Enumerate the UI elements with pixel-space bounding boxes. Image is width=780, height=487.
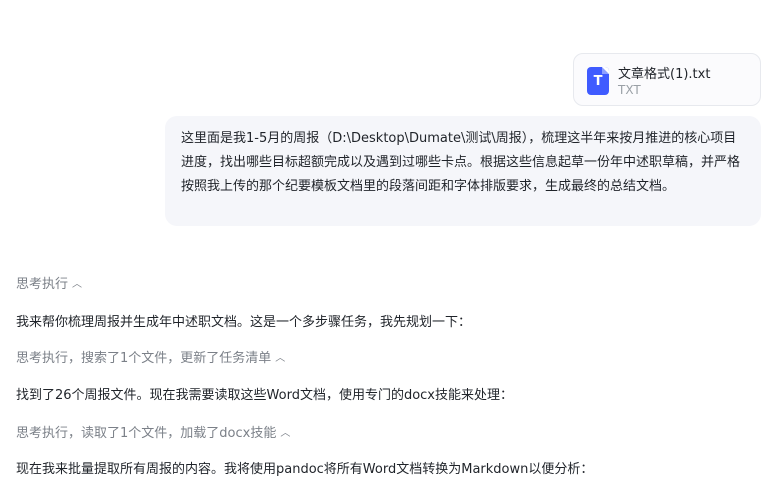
thinking-label: 思考执行，搜索了1个文件，更新了任务清单 <box>16 351 272 366</box>
thinking-toggle-1[interactable]: 思考执行 ︿ <box>16 277 82 294</box>
thinking-toggle-3[interactable]: 思考执行，读取了1个文件，加载了docx技能 ︿ <box>16 426 290 443</box>
chevron-up-icon: ︿ <box>275 353 286 364</box>
assistant-reply-2: 找到了26个周报文件。现在我需要读取这些Word文档，使用专门的docx技能来处… <box>16 388 514 403</box>
attachment-card[interactable]: T 文章格式(1).txt TXT <box>573 53 761 106</box>
user-message-text: 这里面是我1-5月的周报（D:\Desktop\Dumate\测试\周报），梳理… <box>181 131 741 194</box>
thinking-label: 思考执行，读取了1个文件，加载了docx技能 <box>16 426 277 441</box>
assistant-reply-3: 现在我来批量提取所有周报的内容。我将使用pandoc将所有Word文档转换为Ma… <box>16 462 594 477</box>
thinking-toggle-2[interactable]: 思考执行，搜索了1个文件，更新了任务清单 ︿ <box>16 351 285 368</box>
attachment-file-name: 文章格式(1).txt <box>618 67 711 82</box>
chevron-up-icon: ︿ <box>72 279 83 290</box>
txt-file-icon: T <box>587 67 609 95</box>
attachment-file-type: TXT <box>618 83 641 97</box>
chevron-up-icon: ︿ <box>280 428 291 439</box>
thinking-label: 思考执行 <box>16 277 69 292</box>
assistant-reply-1: 我来帮你梳理周报并生成年中述职文档。这是一个多步骤任务，我先规划一下： <box>16 315 472 330</box>
user-message-bubble: 这里面是我1-5月的周报（D:\Desktop\Dumate\测试\周报），梳理… <box>165 116 761 226</box>
